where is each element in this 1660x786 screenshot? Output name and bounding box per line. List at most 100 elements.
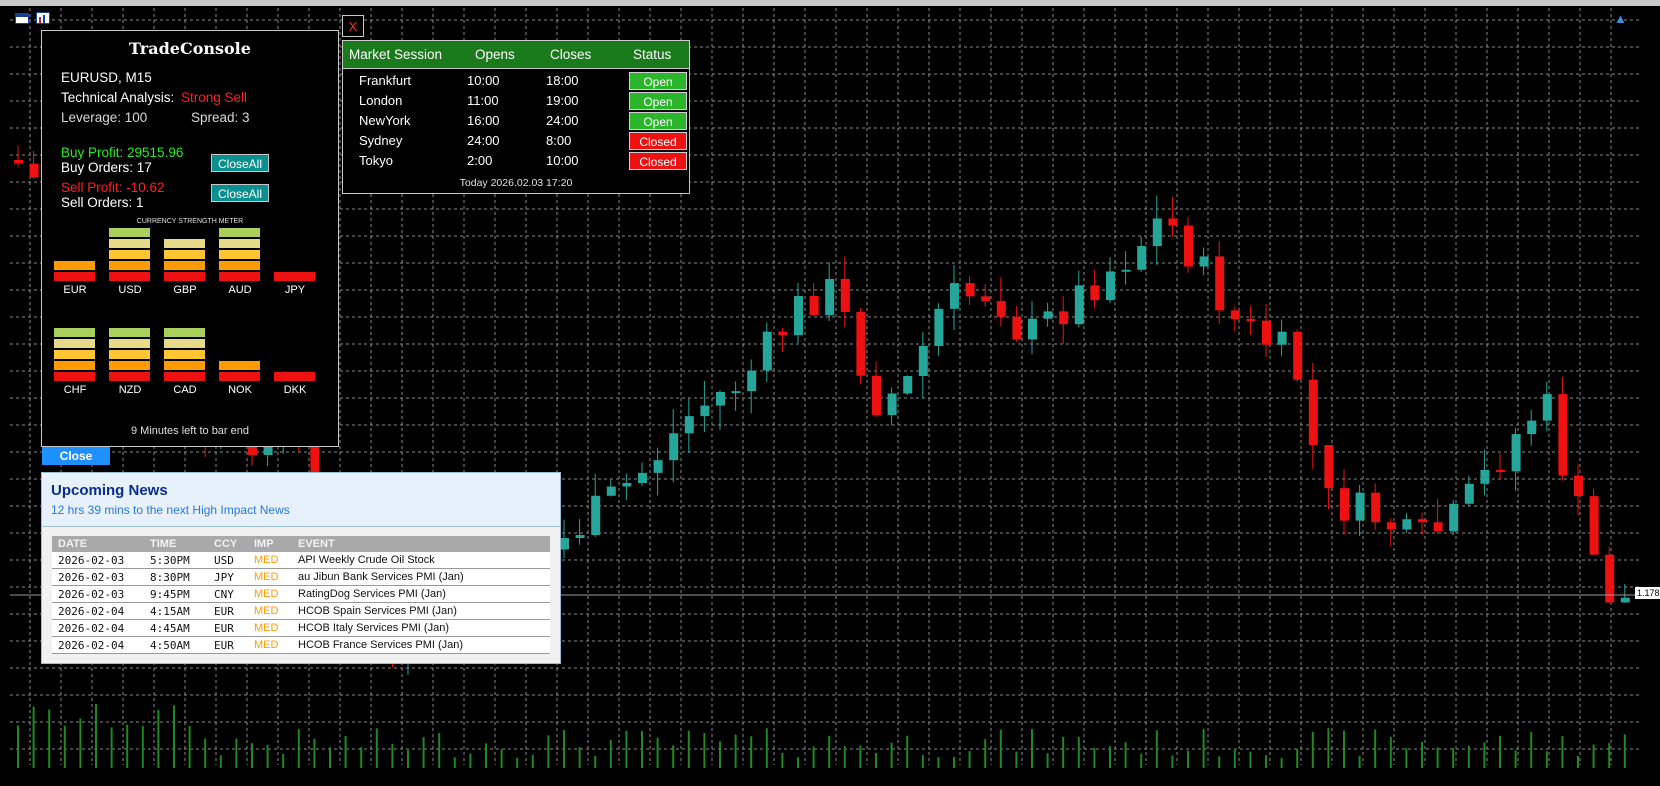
session-status-badge: Open — [629, 92, 687, 110]
candle-body — [1464, 483, 1474, 504]
volume-bars — [17, 703, 1626, 768]
news-row: 2026-02-04 4:45AM EUR MED HCOB Italy Service… — [52, 620, 550, 637]
strength-bar — [164, 261, 205, 270]
sell-orders: Sell Orders: 1 — [61, 195, 144, 210]
candle-body — [1308, 379, 1318, 446]
news-ccy: CNY — [214, 588, 234, 601]
strength-bar — [219, 361, 260, 370]
news-impact: MED — [254, 639, 279, 651]
candle-body — [1355, 492, 1365, 521]
news-event: au Jibun Bank Services PMI (Jan) — [298, 571, 464, 583]
news-ccy: USD — [214, 554, 234, 567]
strength-bar — [164, 239, 205, 248]
candle-body — [1574, 475, 1583, 497]
spread-text: Spread: 3 — [191, 110, 250, 125]
close-all-buy-button[interactable]: CloseAll — [211, 154, 269, 172]
news-time: 5:30PM — [150, 554, 190, 567]
session-status-badge: Open — [629, 72, 687, 90]
news-row: 2026-02-04 4:50AM EUR MED HCOB France Servic… — [52, 637, 550, 654]
currency-label: CHF — [63, 384, 87, 396]
candle-body — [809, 296, 819, 316]
header-status: Status — [633, 47, 672, 62]
news-time: 4:15AM — [150, 605, 190, 618]
strength-bar — [164, 361, 205, 370]
candle-body — [1074, 285, 1084, 325]
news-row: 2026-02-03 5:30PM USD MED API Weekly Crude O… — [52, 552, 550, 569]
strength-bar — [54, 350, 95, 359]
strength-bar — [219, 261, 260, 270]
candle-body — [1199, 256, 1209, 267]
currency-label: NZD — [118, 384, 142, 396]
news-ccy: EUR — [214, 605, 234, 618]
close-all-sell-button[interactable]: CloseAll — [211, 184, 269, 202]
close-panel-button[interactable]: Close — [42, 447, 110, 465]
candle-body — [965, 283, 975, 297]
news-event: RatingDog Services PMI (Jan) — [298, 588, 446, 600]
strength-bar — [109, 272, 150, 281]
col-time: TIME — [150, 538, 177, 550]
currency-label: EUR — [63, 284, 87, 296]
news-title: Upcoming News — [51, 482, 168, 499]
candle-body — [684, 416, 694, 434]
candle-body — [1106, 271, 1115, 301]
news-date: 2026-02-03 — [58, 588, 125, 601]
news-date: 2026-02-03 — [58, 571, 125, 584]
strength-bar — [54, 339, 95, 348]
news-impact: MED — [254, 571, 279, 583]
currency-label: DKK — [283, 384, 307, 396]
trade-console-panel: TradeConsole EURUSD, M15 Technical Analy… — [41, 30, 339, 447]
candle-body — [716, 392, 725, 406]
candle-body — [794, 296, 803, 336]
news-impact: MED — [254, 554, 279, 566]
currency-label: USD — [118, 284, 142, 296]
strength-bar — [274, 272, 315, 281]
symbol-timeframe: EURUSD, M15 — [61, 70, 152, 85]
news-countdown: 12 hrs 39 mins to the next High Impact N… — [51, 503, 290, 517]
calendar-grid-icon[interactable] — [15, 13, 29, 24]
candle-body — [1012, 316, 1022, 340]
candle-body — [1386, 522, 1396, 530]
session-opens: 11:00 — [467, 93, 499, 108]
candle-body — [1324, 445, 1334, 489]
news-rows: 2026-02-03 5:30PM USD MED API Weekly Crude O… — [52, 552, 550, 654]
close-x-button[interactable]: X — [342, 15, 364, 37]
candle-body — [1542, 394, 1552, 421]
session-name: Sydney — [359, 133, 403, 148]
candle-body — [1371, 492, 1381, 523]
strength-bar — [164, 250, 205, 259]
currency-label: NOK — [228, 384, 252, 396]
graduation-cap-icon[interactable]: ▲ — [1614, 12, 1630, 26]
candle-body — [747, 370, 757, 392]
session-status-badge: Open — [629, 112, 687, 130]
session-name: London — [359, 93, 403, 108]
candle-body — [872, 375, 881, 416]
candle-body — [1511, 434, 1521, 472]
candle-body — [1558, 394, 1568, 476]
candle-body — [29, 163, 39, 178]
strength-bar — [219, 372, 260, 381]
currency-label: JPY — [284, 284, 306, 296]
candle-body — [14, 160, 23, 164]
strength-bar — [164, 339, 205, 348]
news-time: 8:30PM — [150, 571, 190, 584]
candle-body — [1043, 311, 1053, 319]
session-status-badge: Closed — [629, 132, 687, 150]
candle-body — [778, 331, 788, 336]
candle-body — [1433, 522, 1443, 532]
candle-body — [840, 278, 850, 312]
current-price-tag: 1.178 — [1635, 587, 1660, 599]
candle-body — [934, 308, 944, 346]
news-date: 2026-02-04 — [58, 622, 125, 635]
candle-body — [981, 296, 991, 302]
calendar-chart-icon[interactable] — [36, 12, 50, 24]
news-ccy: JPY — [214, 571, 234, 584]
strength-bar — [109, 250, 150, 259]
strength-meter-title: CURRENCY STRENGTH METER — [136, 218, 244, 225]
news-table: DATE TIME CCY IMP EVENT 2026-02-03 5:30PM… — [52, 536, 550, 654]
news-date: 2026-02-04 — [58, 639, 125, 652]
news-event: HCOB Spain Services PMI (Jan) — [298, 605, 457, 617]
session-closes: 10:00 — [546, 153, 579, 168]
news-table-header: DATE TIME CCY IMP EVENT — [52, 536, 550, 552]
buy-orders: Buy Orders: 17 — [61, 160, 152, 175]
session-closes: 24:00 — [546, 113, 579, 128]
